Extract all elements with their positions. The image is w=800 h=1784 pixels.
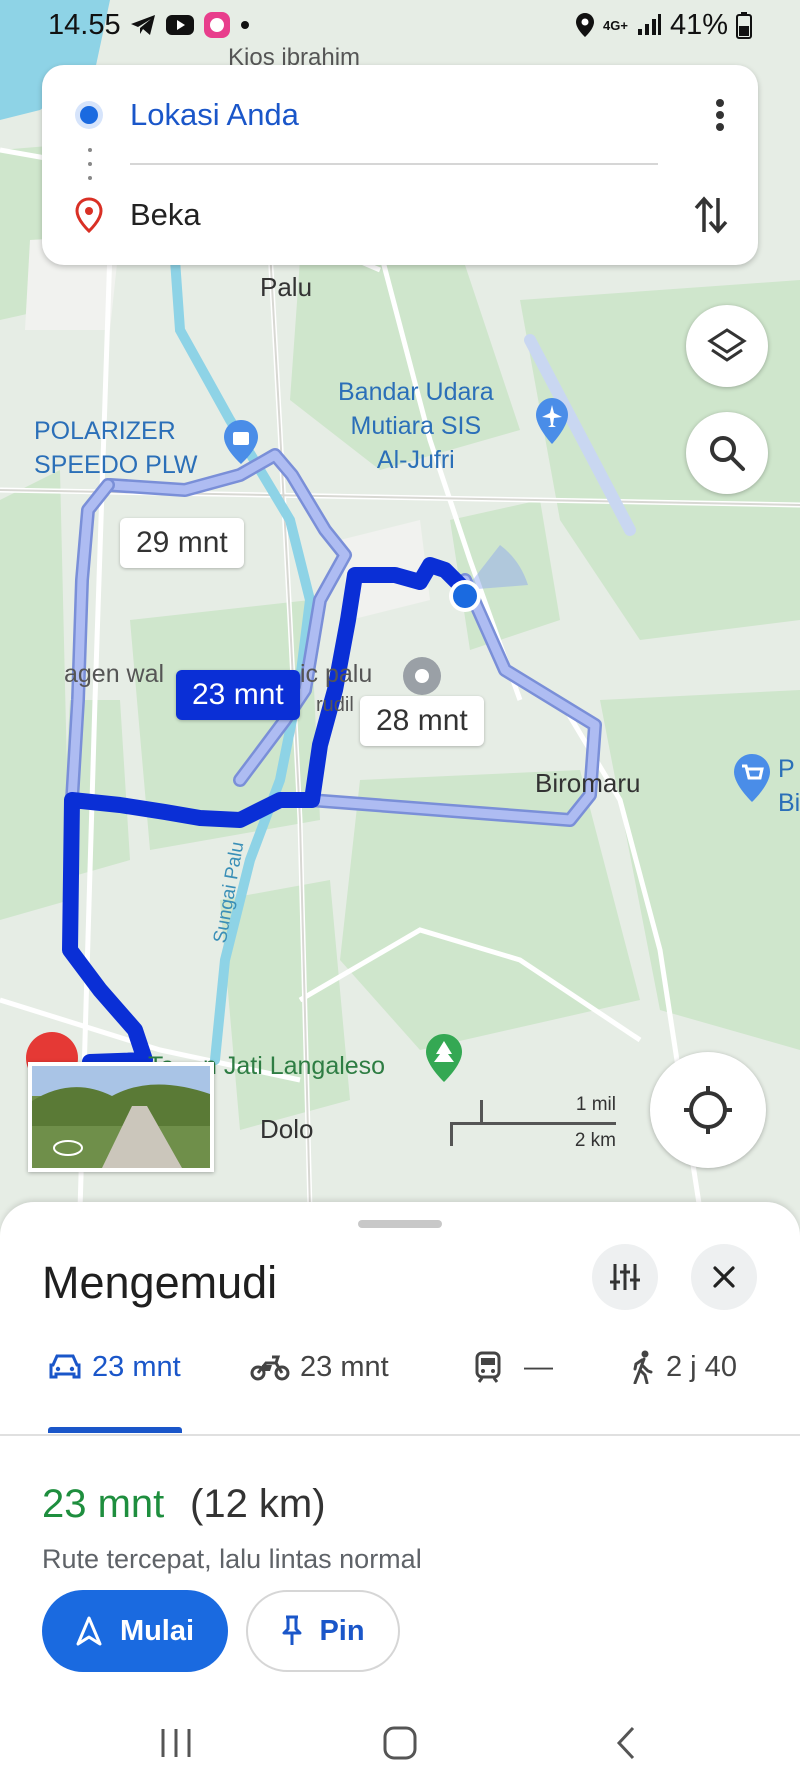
mode-divider xyxy=(0,1434,800,1436)
location-status-icon xyxy=(576,13,595,37)
status-bar: 14.55 4G+ 41% xyxy=(0,0,800,50)
start-button[interactable]: Mulai xyxy=(42,1590,228,1672)
shopping-cart-pin-icon[interactable] xyxy=(732,752,772,804)
pin-icon xyxy=(282,1615,302,1645)
route-dots-icon xyxy=(88,148,92,180)
mode-label-walk: 2 j 40 xyxy=(666,1350,737,1383)
route-chip-alt-2[interactable]: 28 mnt xyxy=(360,696,484,746)
pin-label: Pin xyxy=(319,1614,365,1647)
destination-field[interactable]: Beka xyxy=(130,197,201,233)
home-button[interactable] xyxy=(370,1718,430,1768)
my-location-button[interactable] xyxy=(650,1052,766,1168)
place-pin-icon[interactable] xyxy=(402,656,442,696)
telegram-icon xyxy=(130,15,155,35)
pin-button[interactable]: Pin xyxy=(246,1590,400,1672)
recent-apps-icon xyxy=(161,1729,191,1757)
close-button[interactable] xyxy=(691,1244,757,1310)
poi-label-rudil: rudil xyxy=(316,694,354,716)
scale-metric: 2 km xyxy=(574,1130,616,1151)
mode-label-transit: — xyxy=(524,1350,553,1383)
field-divider xyxy=(130,163,658,165)
my-location-icon xyxy=(684,1086,732,1134)
airport-pin-icon[interactable] xyxy=(534,396,570,446)
park-pin-icon[interactable] xyxy=(424,1032,464,1084)
youtube-icon xyxy=(165,15,194,35)
street-view-image xyxy=(32,1066,210,1168)
status-time: 14.55 xyxy=(48,8,121,41)
sheet-title: Mengemudi xyxy=(42,1257,278,1308)
navigation-arrow-icon xyxy=(76,1616,102,1646)
search-icon xyxy=(710,436,745,471)
drag-handle[interactable] xyxy=(358,1220,442,1228)
bottom-sheet[interactable]: Mengemudi 23 mnt 23 mnt — 2 j 40 23 mnt … xyxy=(0,1202,800,1784)
start-label: Mulai xyxy=(119,1614,195,1647)
layers-button[interactable] xyxy=(686,305,768,387)
route-chip-selected[interactable]: 23 mnt xyxy=(176,670,300,720)
town-label-palu: Palu xyxy=(260,272,313,302)
mode-tab-transit[interactable]: — xyxy=(474,1342,553,1392)
more-options-icon[interactable] xyxy=(714,98,726,132)
poi-label-agen-suffix: ic palu xyxy=(300,660,373,688)
search-button[interactable] xyxy=(686,412,768,494)
battery-percent: 41% xyxy=(669,8,728,41)
mode-tab-walk[interactable]: 2 j 40 xyxy=(630,1342,737,1392)
route-description: Rute tercepat, lalu lintas normal xyxy=(42,1544,422,1574)
layers-icon xyxy=(707,328,747,362)
notification-dot-icon xyxy=(240,21,249,29)
poi-label-edge: P Bi xyxy=(778,755,800,817)
town-label-dolo: Dolo xyxy=(260,1114,314,1144)
network-type: 4G+ xyxy=(603,17,628,33)
walk-icon xyxy=(633,1350,653,1384)
mode-label-car: 23 mnt xyxy=(92,1350,181,1383)
home-icon xyxy=(383,1726,417,1760)
town-label-biromaru: Biromaru xyxy=(535,768,641,798)
sliders-icon xyxy=(610,1264,640,1290)
origin-field[interactable]: Lokasi Anda xyxy=(130,97,299,133)
back-button[interactable] xyxy=(596,1718,656,1768)
destination-row[interactable]: Beka xyxy=(42,180,758,250)
signal-icon xyxy=(637,14,661,35)
recent-apps-button[interactable] xyxy=(146,1718,206,1768)
airport-label: Bandar Udara Mutiara SIS Al-Jufri xyxy=(338,378,494,474)
route-options-button[interactable] xyxy=(592,1244,658,1310)
directions-card: Lokasi Anda Beka xyxy=(42,65,758,265)
battery-icon xyxy=(736,12,752,39)
mode-label-motorcycle: 23 mnt xyxy=(300,1350,389,1383)
route-duration: 23 mnt xyxy=(42,1482,165,1526)
park-label: n Jati Langaleso xyxy=(203,1052,386,1080)
route-distance: (12 km) xyxy=(190,1482,326,1526)
system-nav-bar xyxy=(0,1702,800,1784)
shop-label: POLARIZER SPEEDO PLW xyxy=(34,417,198,479)
street-view-thumbnail[interactable] xyxy=(28,1062,214,1172)
route-chip-alt-1[interactable]: 29 mnt xyxy=(120,518,244,568)
shopping-pin-icon[interactable] xyxy=(222,418,260,466)
motorcycle-icon xyxy=(250,1355,290,1381)
scale-bar: 1 mil 2 km xyxy=(450,1092,620,1151)
active-mode-indicator xyxy=(48,1427,182,1433)
transit-icon xyxy=(475,1351,501,1383)
back-icon xyxy=(616,1726,635,1760)
car-icon xyxy=(49,1354,81,1379)
mode-tab-motorcycle[interactable]: 23 mnt xyxy=(250,1342,389,1392)
mode-tab-car[interactable]: 23 mnt xyxy=(48,1342,181,1392)
close-icon xyxy=(713,1266,735,1288)
destination-marker-icon xyxy=(75,197,103,233)
poi-label-agen: agen wal xyxy=(64,660,165,688)
lazada-icon xyxy=(203,12,230,38)
scale-imperial: 1 mil xyxy=(575,1094,616,1115)
origin-row[interactable]: Lokasi Anda xyxy=(42,80,758,150)
origin-dot-icon xyxy=(75,101,103,129)
swap-icon[interactable] xyxy=(694,194,728,236)
